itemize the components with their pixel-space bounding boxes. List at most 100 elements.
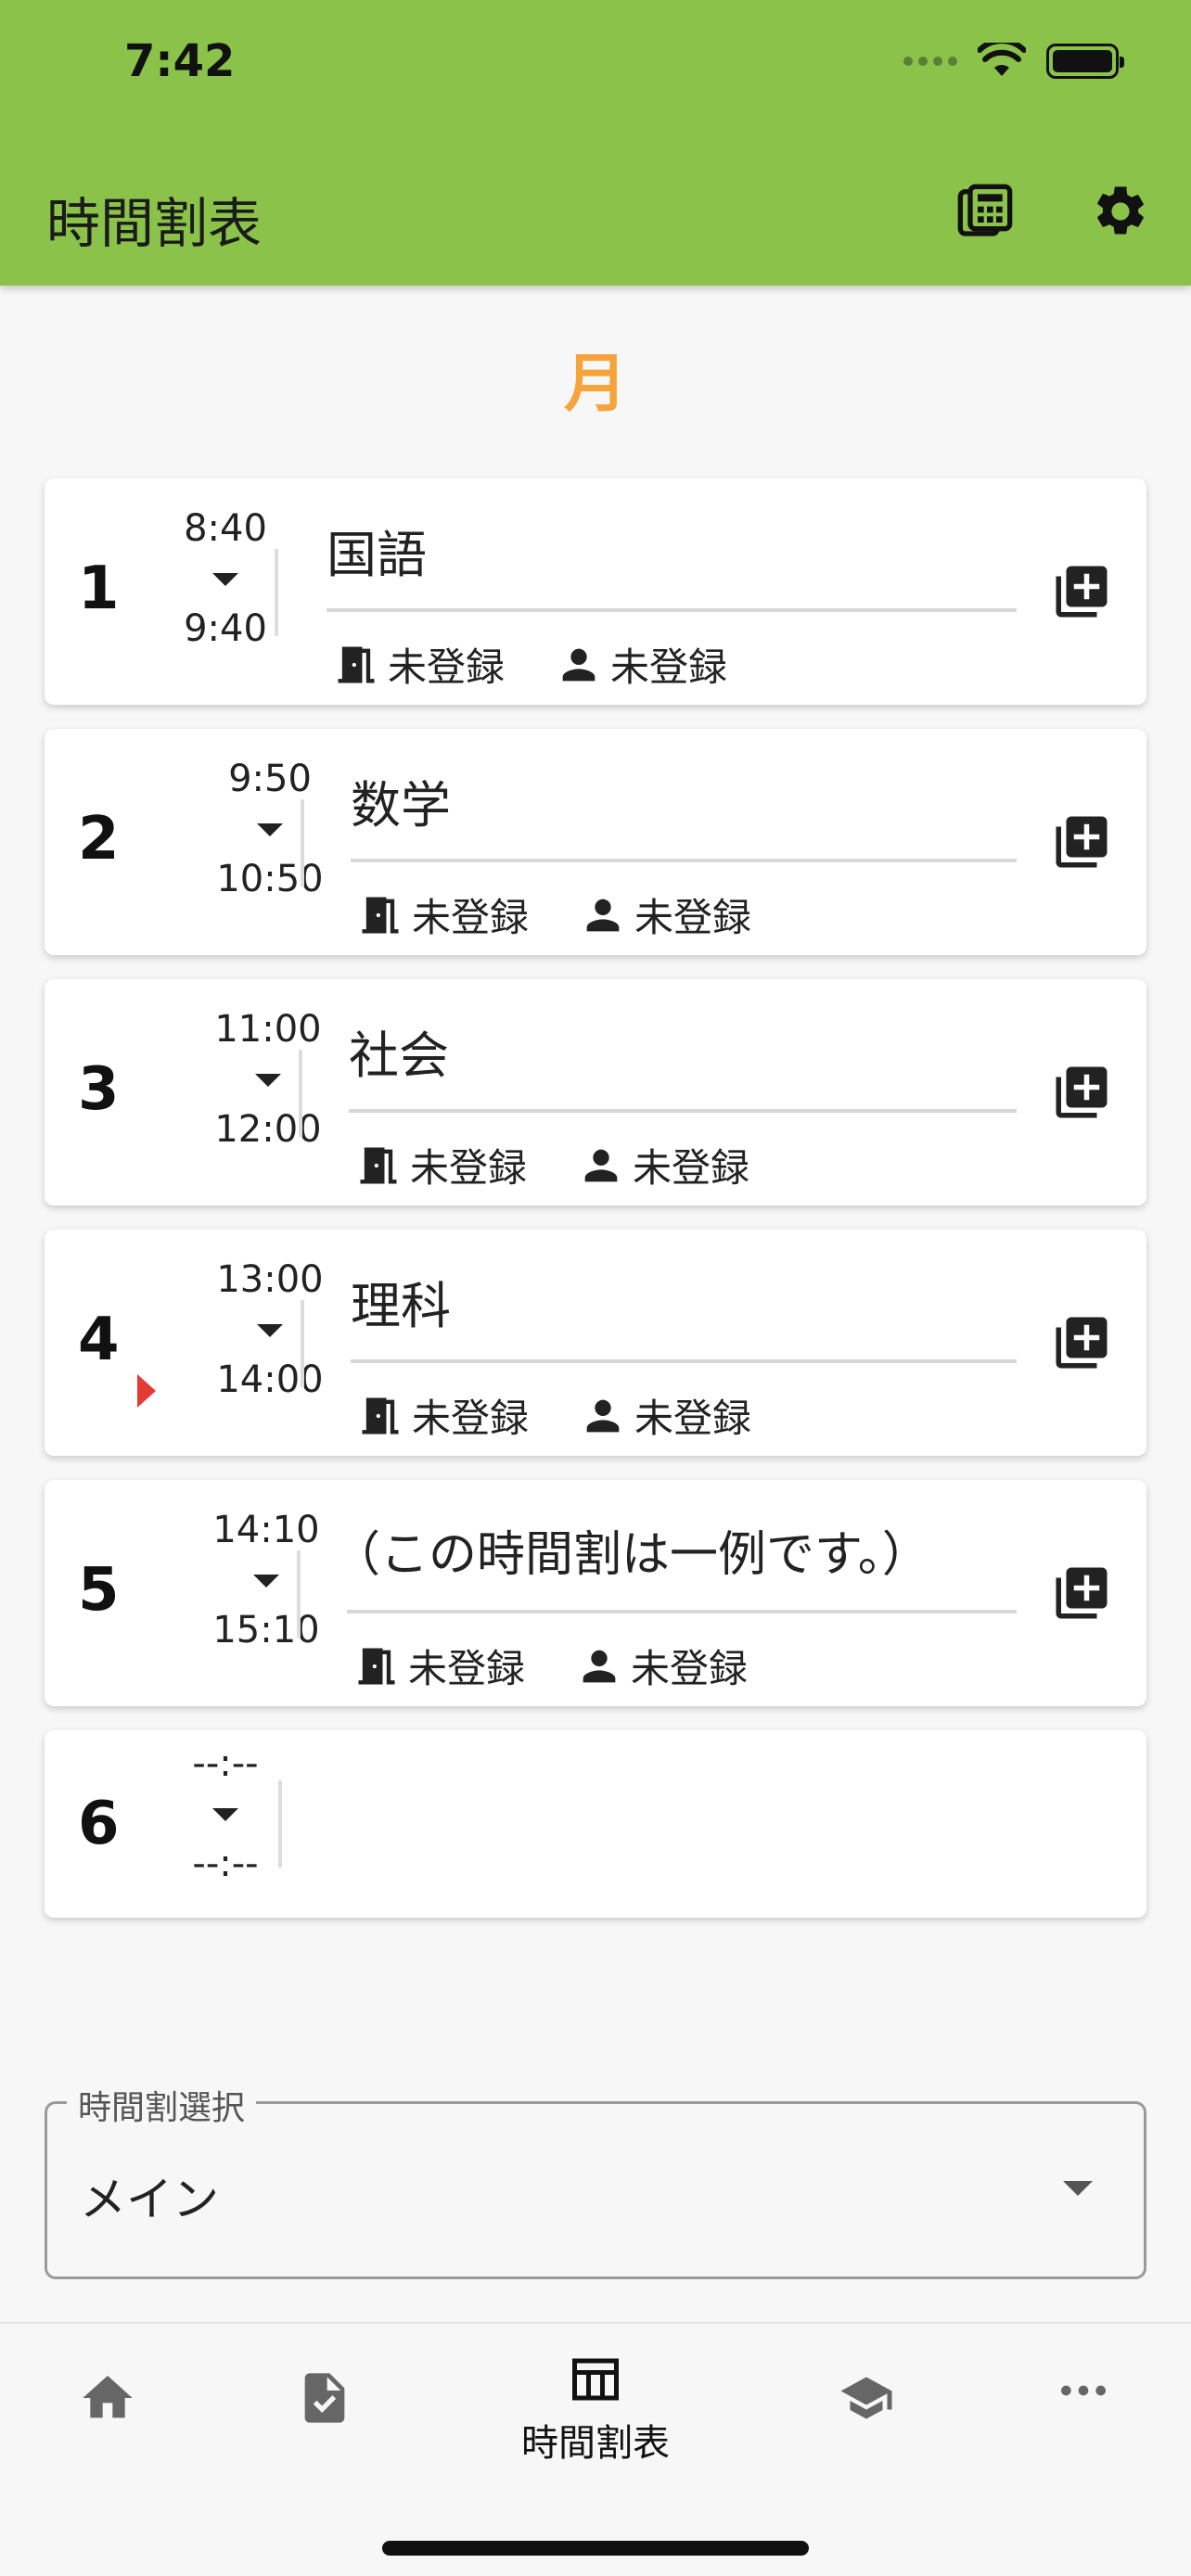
room-label: 未登録 (410, 1145, 528, 1191)
nav-more[interactable] (991, 2372, 1176, 2409)
library-add-icon (1056, 1567, 1108, 1619)
person-icon (584, 1149, 618, 1181)
subject-name: 理科 (351, 1277, 451, 1335)
start-time: --:-- (192, 1742, 259, 1785)
add-button[interactable] (1046, 556, 1117, 627)
teacher-label: 未登録 (631, 1646, 749, 1691)
period-meta: 未登録 未登録 (354, 1137, 800, 1193)
start-time: 13:00 (216, 1258, 324, 1301)
teacher-info: 未登録 (555, 636, 727, 693)
period-card-5[interactable]: 5 14:10 15:10 （この時間割は一例です。） 未登録 未登録 (45, 1480, 1146, 1706)
home-icon (83, 2376, 133, 2418)
subject-underline (351, 859, 1017, 862)
subject-name: 国語 (327, 526, 427, 584)
timetable-select-value: メイン (80, 2173, 219, 2226)
room-info: 未登録 (356, 1387, 529, 1444)
settings-button[interactable] (1085, 176, 1156, 247)
end-time: 14:00 (216, 1358, 324, 1401)
caret-down-icon (212, 1808, 238, 1821)
timetable-select-label: 時間割選択 (67, 2081, 257, 2129)
subject-underline (351, 1359, 1017, 1363)
add-button[interactable] (1046, 807, 1117, 877)
divider (275, 549, 278, 636)
app-root: 7:42 時間割表 月 1 8:40 9:40 国語 未登録 未登録 2 9:5… (0, 0, 1191, 2576)
add-button[interactable] (1046, 1307, 1117, 1378)
graduation-cap-icon (840, 2377, 892, 2419)
period-times[interactable]: --:-- --:-- (156, 1745, 295, 1882)
teacher-label: 未登録 (610, 644, 728, 690)
divider (301, 799, 304, 886)
period-card-6[interactable]: 6 --:-- --:-- (45, 1730, 1146, 1918)
library-add-icon (1056, 1066, 1108, 1118)
door-icon (360, 1147, 397, 1183)
door-icon (362, 1397, 399, 1434)
person-icon (586, 899, 620, 931)
start-time: 11:00 (214, 1008, 322, 1051)
room-label: 未登録 (408, 1646, 526, 1691)
period-number: 6 (78, 1790, 120, 1858)
caret-down-icon (255, 1074, 281, 1087)
room-label: 未登録 (412, 1396, 530, 1441)
period-number: 1 (78, 555, 120, 623)
divider (278, 1780, 282, 1868)
teacher-info: 未登録 (577, 1137, 749, 1193)
end-time: 10:50 (216, 858, 324, 900)
caret-down-icon (257, 823, 283, 836)
teacher-label: 未登録 (633, 1145, 750, 1191)
app-bar: 7:42 時間割表 (0, 0, 1191, 286)
period-number: 4 (78, 1306, 120, 1374)
status-icons (903, 43, 1124, 80)
nav-home[interactable] (15, 2368, 200, 2428)
person-icon (583, 1650, 616, 1682)
room-info: 未登録 (332, 636, 505, 693)
divider (301, 1300, 304, 1387)
divider (299, 1050, 302, 1137)
period-times[interactable]: 14:10 15:10 (197, 1511, 336, 1649)
period-number: 2 (78, 805, 120, 874)
teacher-label: 未登録 (634, 895, 752, 940)
nav-timetable[interactable]: 時間割表 (503, 2352, 688, 2467)
start-time: 8:40 (184, 507, 267, 550)
period-card-4[interactable]: 4 13:00 14:00 理科 未登録 未登録 (45, 1230, 1146, 1456)
library-add-icon (1056, 1317, 1108, 1369)
period-times[interactable]: 11:00 12:00 (198, 1011, 338, 1148)
gear-icon (1097, 186, 1144, 235)
home-indicator (382, 2541, 809, 2556)
more-horizontal-icon (1061, 2385, 1106, 2396)
library-add-icon (1056, 566, 1108, 618)
teacher-label: 未登録 (634, 1396, 752, 1441)
current-period-marker (137, 1374, 156, 1408)
period-meta: 未登録 未登録 (356, 1387, 801, 1444)
nav-tasks[interactable] (232, 2366, 417, 2429)
calculator-button[interactable] (950, 176, 1020, 247)
add-button[interactable] (1046, 1057, 1117, 1128)
period-number: 5 (78, 1556, 120, 1625)
period-meta: 未登録 未登録 (352, 1638, 798, 1694)
period-times[interactable]: 13:00 14:00 (200, 1261, 339, 1398)
room-label: 未登録 (388, 644, 506, 690)
divider (297, 1550, 301, 1638)
subject-name: 社会 (349, 1027, 449, 1085)
calculator-icon (957, 184, 1013, 236)
period-times[interactable]: 9:50 10:50 (200, 760, 339, 898)
period-meta: 未登録 未登録 (332, 636, 777, 693)
period-card-2[interactable]: 2 9:50 10:50 数学 未登録 未登録 (45, 729, 1146, 955)
period-card-3[interactable]: 3 11:00 12:00 社会 未登録 未登録 (45, 979, 1146, 1205)
page-title: 時間割表 (46, 192, 263, 255)
teacher-info: 未登録 (579, 886, 751, 943)
app-bar-actions (950, 176, 1156, 247)
period-number: 3 (78, 1055, 120, 1124)
end-time: --:-- (192, 1843, 259, 1885)
start-time: 14:10 (212, 1509, 320, 1551)
person-icon (586, 1399, 620, 1432)
end-time: 12:00 (214, 1108, 322, 1151)
end-time: 15:10 (212, 1609, 320, 1651)
caret-down-icon (212, 573, 238, 586)
door-icon (362, 897, 399, 933)
bottom-nav: 時間割表 (0, 2322, 1191, 2576)
period-card-1[interactable]: 1 8:40 9:40 国語 未登録 未登録 (45, 478, 1146, 705)
add-button[interactable] (1046, 1558, 1117, 1628)
room-info: 未登録 (356, 886, 529, 943)
nav-school[interactable] (774, 2370, 959, 2426)
subject-underline (327, 608, 1017, 612)
